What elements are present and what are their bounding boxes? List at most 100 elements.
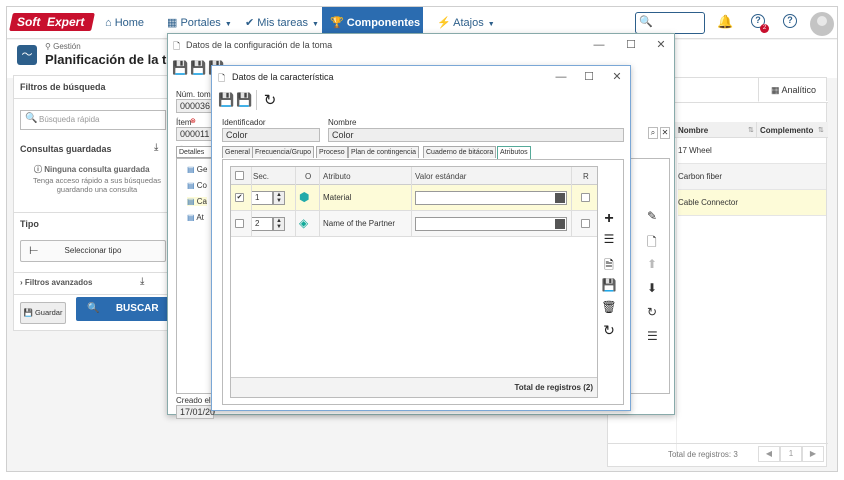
save-icon[interactable]: 💾 <box>190 60 206 76</box>
search-icon[interactable]: ⌕ <box>648 127 658 139</box>
characteristic-tabs: General Frecuencia/Grupo Proceso Plan de… <box>222 146 622 159</box>
results-total: Total de registros: 3 <box>668 450 738 459</box>
col-complemento[interactable]: Complemento <box>760 126 813 135</box>
tab-analitico[interactable]: ▦ Analítico <box>758 78 828 102</box>
tab-plan-contingencia[interactable]: Plan de contingencia <box>348 146 419 158</box>
next-page-button[interactable]: ▶ <box>802 446 824 462</box>
calendar-icon[interactable] <box>555 193 565 203</box>
save-new-icon[interactable]: 💾 <box>172 60 188 76</box>
default-value-input[interactable] <box>415 191 567 205</box>
minimize-button[interactable]: — <box>586 34 612 56</box>
col-r: R <box>583 172 589 181</box>
select-type-button[interactable]: ⊢ Seleccionar tipo <box>20 240 166 262</box>
tab-detalles[interactable]: Detalles <box>176 146 214 158</box>
row-checkbox[interactable]: ✔ <box>235 193 244 202</box>
check-icon: ✔ <box>245 17 258 29</box>
sort-icon[interactable]: ⇅ <box>818 126 824 134</box>
tree-item[interactable]: ▤ At <box>187 213 204 222</box>
required-icon: ⊛ <box>190 118 196 125</box>
download-icon[interactable]: ⤓ <box>154 142 158 153</box>
tree-item[interactable]: ▤ Co <box>187 181 207 190</box>
notification-badge: 2 <box>760 24 769 33</box>
folder-icon: ▤ <box>187 213 197 222</box>
table-row[interactable]: 17 Wheel <box>678 138 826 164</box>
nav-home[interactable]: ⌂ Home <box>105 7 144 39</box>
characteristic-window: Datos de la característica 🗋 — ☐ ✕ 💾 💾 ↻… <box>211 65 631 411</box>
chevron-down-icon: ▼ <box>312 21 319 28</box>
user-avatar[interactable] <box>810 12 834 36</box>
select-all-checkbox[interactable] <box>235 171 244 180</box>
move-down-icon[interactable]: ⬇ <box>647 281 657 295</box>
table-row[interactable]: 2 ▲ ▼ ◈ Name of the Partner <box>231 211 597 237</box>
list-add-icon[interactable]: ☰ <box>600 232 618 246</box>
tab-cuaderno-bitacora[interactable]: Cuaderno de bitácora <box>423 146 497 158</box>
sequence-input[interactable]: 1 <box>251 191 273 205</box>
attribute-name: Name of the Partner <box>323 219 396 228</box>
search-icon: 🔍 <box>25 113 38 124</box>
maximize-button[interactable]: ☐ <box>618 34 644 56</box>
required-checkbox[interactable] <box>581 219 590 228</box>
advanced-filters-toggle[interactable]: › Filtros avanzados <box>20 278 92 287</box>
tab-proceso[interactable]: Proceso <box>316 146 348 158</box>
bell-icon[interactable]: 🔔 <box>717 14 733 30</box>
sort-icon[interactable]: ⇅ <box>748 126 754 134</box>
folder-icon: ▤ <box>187 181 197 190</box>
chevron-down-icon: ▼ <box>424 21 432 28</box>
edit-icon[interactable]: ✎ <box>647 209 657 223</box>
folder-icon: ▤ <box>187 165 197 174</box>
tab-general[interactable]: General <box>222 146 253 158</box>
global-search-input[interactable]: 🔍 <box>635 12 705 34</box>
sequence-stepper[interactable]: ▲ ▼ <box>273 191 285 205</box>
refresh-icon[interactable]: ↻ <box>647 305 657 319</box>
tab-atributos[interactable]: Atributos <box>497 146 531 159</box>
save-close-icon[interactable]: 💾 <box>236 92 252 108</box>
required-checkbox[interactable] <box>581 193 590 202</box>
download-icon[interactable]: ⤓ <box>140 276 144 287</box>
item-field: 000011 - <box>176 127 214 151</box>
trophy-icon: 🏆 <box>330 17 347 29</box>
search-button[interactable]: 🔍 BUSCAR <box>76 297 170 321</box>
close-button[interactable]: ✕ <box>604 66 630 88</box>
prev-page-button[interactable]: ◀ <box>758 446 780 462</box>
add-icon[interactable]: + <box>600 210 618 228</box>
type-title: Tipo <box>20 219 39 229</box>
help-icon[interactable]: ? <box>783 14 797 28</box>
col-nombre[interactable]: Nombre <box>678 126 708 135</box>
refresh-icon[interactable]: ↻ <box>600 322 618 339</box>
save-query-button[interactable]: 💾 Guardar <box>20 302 66 324</box>
maximize-button[interactable]: ☐ <box>576 66 602 88</box>
sequence-stepper[interactable]: ▲ ▼ <box>273 217 285 231</box>
close-button[interactable]: ✕ <box>648 34 674 56</box>
chevron-down-icon: ▼ <box>224 21 232 28</box>
move-up-icon[interactable]: ⬆ <box>647 257 657 271</box>
refresh-icon[interactable]: ↻ <box>262 91 278 109</box>
created-label: Creado el <box>176 396 211 405</box>
delete-icon[interactable]: 🗑 <box>600 300 618 314</box>
page-number[interactable]: 1 <box>780 446 802 462</box>
total-records: Total de registros (2) <box>514 383 593 392</box>
row-checkbox[interactable] <box>235 219 244 228</box>
table-row[interactable]: ✔ 1 ▲ ▼ ⬢ Material <box>231 185 597 211</box>
document-settings-icon[interactable]: 🗎 <box>600 256 618 277</box>
view-document-icon[interactable]: 🗋 <box>647 233 657 254</box>
grid-icon: ▦ <box>167 17 181 29</box>
tab-frecuencia-grupo[interactable]: Frecuencia/Grupo <box>252 146 315 158</box>
sequence-input[interactable]: 2 <box>251 217 273 231</box>
module-name: Gestión <box>53 42 81 51</box>
clear-icon[interactable]: ✕ <box>660 127 670 139</box>
softexpert-logo[interactable]: Soft Expert <box>9 13 95 31</box>
tree-item[interactable]: ▤ Ge <box>187 165 207 174</box>
calendar-icon[interactable] <box>555 219 565 229</box>
application-window: Soft Expert ⌂ Home ▦ Portales ▼ ✔ Mis tar… <box>6 6 838 472</box>
tree-item[interactable]: ▤ Ca <box>187 197 208 206</box>
table-row[interactable]: Cable Connector <box>678 190 826 216</box>
default-value-input[interactable] <box>415 217 567 231</box>
minimize-button[interactable]: — <box>548 66 574 88</box>
save-icon[interactable]: 💾 <box>600 278 618 292</box>
quick-search-input[interactable]: 🔍 Búsqueda rápida <box>20 110 166 130</box>
search-icon: 🔍 <box>639 16 653 28</box>
list-icon[interactable]: ☰ <box>647 329 658 343</box>
table-row[interactable]: Carbon fiber <box>678 164 826 190</box>
filters-title: Filtros de búsqueda <box>20 82 106 92</box>
save-icon[interactable]: 💾 <box>218 92 234 108</box>
